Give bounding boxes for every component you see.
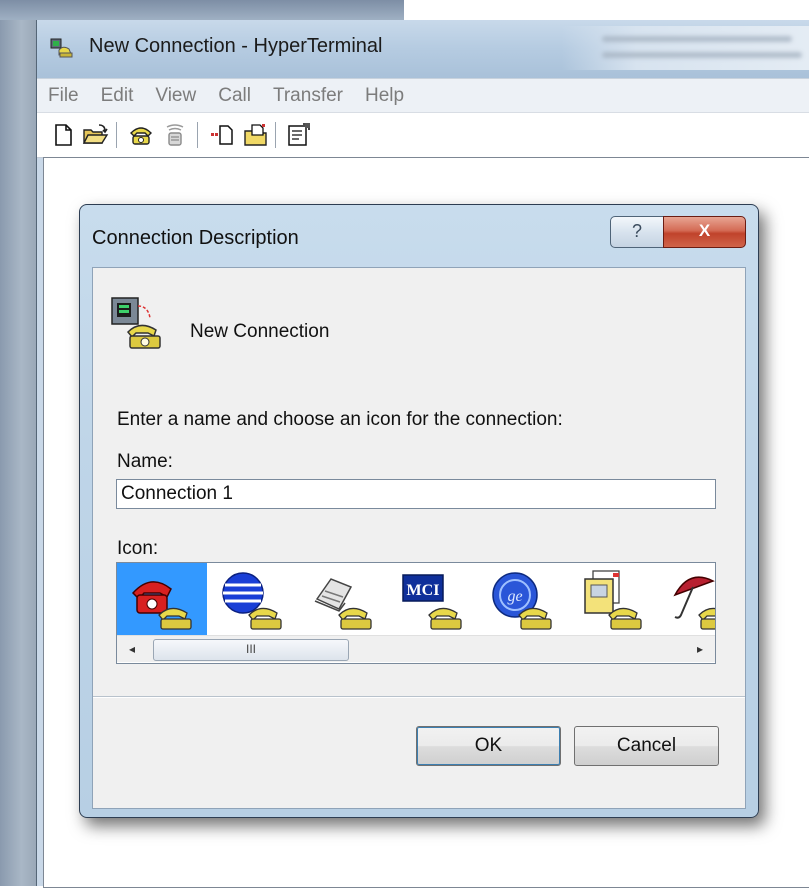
- umbrella-icon: [673, 576, 715, 630]
- new-document-icon[interactable]: [49, 121, 77, 149]
- toolbar-separator: [116, 122, 117, 148]
- scroll-thumb[interactable]: III: [153, 639, 349, 661]
- properties-icon[interactable]: [285, 121, 313, 149]
- instruction-text: Enter a name and choose an icon for the …: [117, 409, 563, 430]
- dialog-title: Connection Description: [92, 227, 299, 249]
- icon-option-ge[interactable]: ge: [477, 563, 567, 635]
- ge-text: ge: [507, 588, 522, 605]
- close-button[interactable]: X: [663, 216, 746, 248]
- toolbar-separator: [197, 122, 198, 148]
- icon-option-globe[interactable]: [207, 563, 297, 635]
- dialog-divider: [93, 696, 745, 697]
- main-window-title: New Connection - HyperTerminal: [89, 35, 383, 57]
- desktop-background-top: [0, 0, 404, 20]
- receive-file-icon[interactable]: [242, 121, 270, 149]
- disconnect-phone-icon[interactable]: [161, 121, 189, 149]
- menu-help[interactable]: Help: [354, 85, 415, 107]
- icon-label: Icon:: [117, 538, 159, 559]
- desktop-background: [0, 0, 36, 886]
- scroll-right-arrow[interactable]: ▸: [685, 638, 715, 660]
- icon-option-red-telephone[interactable]: [117, 563, 207, 635]
- new-connection-icon: [111, 297, 161, 349]
- icon-list: MCI ge ◂ III ▸: [116, 562, 716, 664]
- main-title-bar[interactable]: New Connection - HyperTerminal: [37, 20, 809, 78]
- hyperterminal-app-icon: [50, 38, 73, 58]
- menu-view[interactable]: View: [144, 85, 207, 107]
- fax-machine-icon: [314, 578, 372, 630]
- globe-icon: [222, 572, 282, 630]
- help-button[interactable]: ?: [610, 216, 664, 248]
- icon-option-umbrella[interactable]: [657, 563, 715, 635]
- name-label: Name:: [117, 451, 173, 472]
- scroll-left-arrow[interactable]: ◂: [117, 638, 147, 660]
- menu-edit[interactable]: Edit: [90, 85, 145, 107]
- icon-list-scrollbar[interactable]: ◂ III ▸: [117, 635, 715, 662]
- icon-option-documents[interactable]: [567, 563, 657, 635]
- send-file-icon[interactable]: [209, 121, 237, 149]
- connection-name-input[interactable]: [116, 479, 716, 509]
- red-telephone-icon: [131, 581, 192, 630]
- icon-option-mci[interactable]: MCI: [387, 563, 477, 635]
- menu-file[interactable]: File: [37, 85, 90, 107]
- open-folder-icon[interactable]: [81, 121, 109, 149]
- menu-bar: File Edit View Call Transfer Help: [37, 78, 809, 113]
- toolbar-separator: [275, 122, 276, 148]
- dial-phone-icon[interactable]: [127, 121, 155, 149]
- mci-text: MCI: [407, 582, 440, 599]
- dialog-body: New Connection Enter a name and choose a…: [92, 267, 746, 809]
- connection-description-dialog: Connection Description ? X New Connectio…: [79, 204, 759, 818]
- documents-icon: [584, 570, 642, 630]
- cancel-button[interactable]: Cancel: [574, 726, 719, 766]
- toolbar: [37, 112, 809, 158]
- ok-button[interactable]: OK: [416, 726, 561, 766]
- connection-header-name: New Connection: [190, 321, 330, 342]
- background-window-blur: [562, 26, 809, 70]
- icon-option-fax[interactable]: [297, 563, 387, 635]
- mci-icon: MCI: [402, 574, 462, 630]
- ge-globe-icon: ge: [492, 572, 552, 630]
- menu-transfer[interactable]: Transfer: [262, 85, 354, 107]
- menu-call[interactable]: Call: [207, 85, 262, 107]
